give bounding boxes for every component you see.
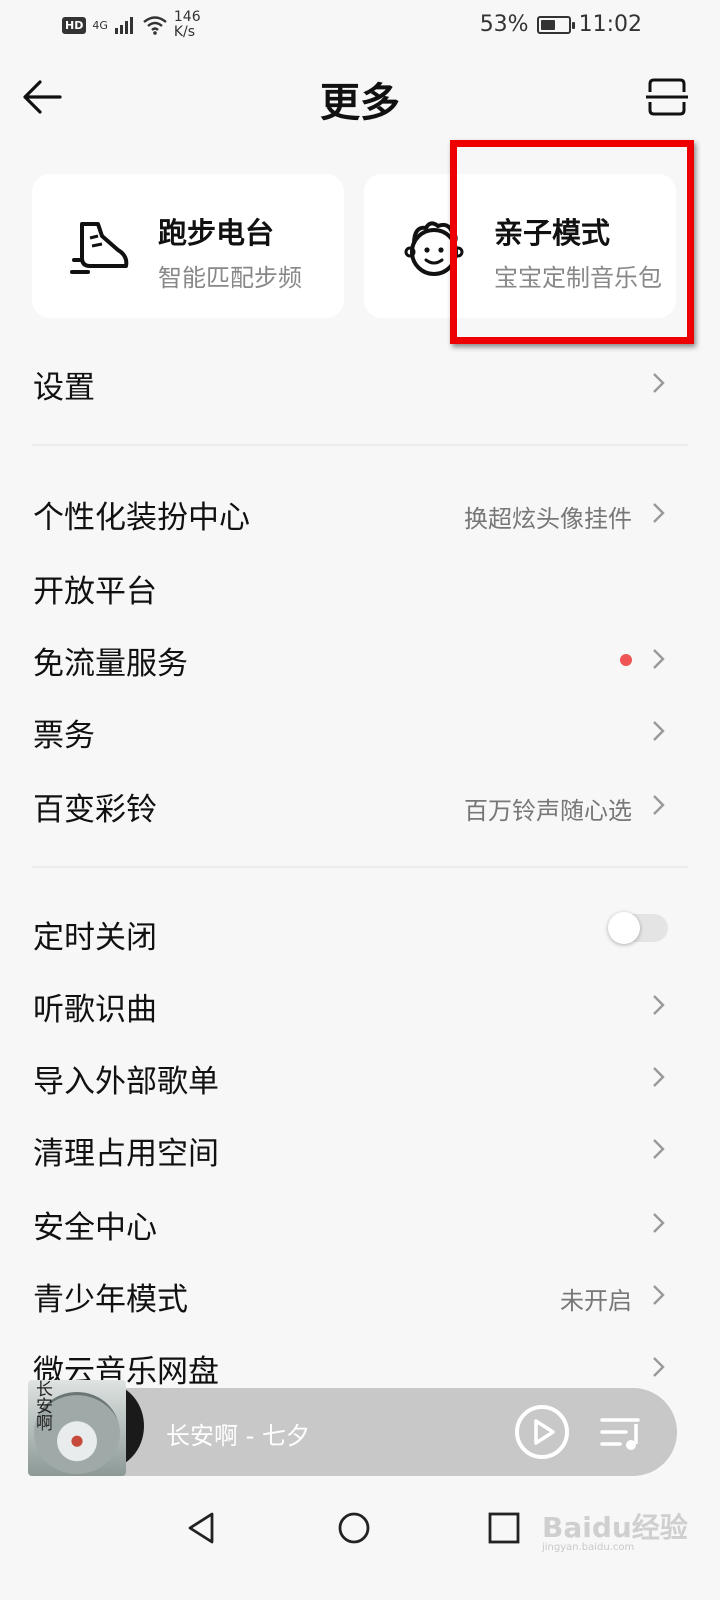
menu-item-label: 安全中心 bbox=[33, 1210, 157, 1246]
network-type: 4G bbox=[92, 18, 108, 32]
chevron-right-icon bbox=[653, 1067, 665, 1087]
album-cover-text: 长安啊 bbox=[36, 1380, 53, 1434]
header: 更多 bbox=[0, 52, 720, 140]
menu-item-label: 开放平台 bbox=[33, 574, 157, 610]
menu-item-hint: 百万铃声随心选 bbox=[464, 797, 632, 825]
menu-item-ringtone[interactable]: 百变彩铃 百万铃声随心选 bbox=[0, 770, 720, 840]
menu-item-label: 个性化装扮中心 bbox=[33, 500, 250, 536]
chevron-right-icon bbox=[653, 649, 665, 669]
album-art[interactable]: 长安啊 bbox=[28, 1380, 146, 1476]
speed-value: 146 bbox=[173, 9, 201, 25]
menu-item-security[interactable]: 安全中心 bbox=[0, 1188, 720, 1258]
chevron-right-icon bbox=[653, 995, 665, 1015]
menu-item-free-data[interactable]: 免流量服务 bbox=[0, 624, 720, 694]
watermark-brand: Baidu经验 bbox=[542, 1511, 688, 1544]
chevron-right-icon bbox=[653, 721, 665, 741]
watermark-url: jingyan.baidu.com bbox=[542, 1542, 635, 1553]
menu-item-label: 百变彩铃 bbox=[33, 792, 157, 828]
menu-item-personalize[interactable]: 个性化装扮中心 换超炫头像挂件 bbox=[0, 478, 720, 548]
hd-badge: HD bbox=[62, 16, 87, 34]
menu-item-tickets[interactable]: 票务 bbox=[0, 696, 720, 766]
menu-item-label: 青少年模式 bbox=[33, 1282, 188, 1318]
chevron-right-icon bbox=[653, 795, 665, 815]
page-title: 更多 bbox=[320, 80, 400, 126]
status-right: 53% 11:02 bbox=[480, 12, 642, 37]
menu-item-settings[interactable]: 设置 bbox=[0, 348, 720, 418]
nav-back-icon[interactable] bbox=[182, 1508, 222, 1548]
divider bbox=[32, 866, 688, 868]
wifi-icon bbox=[143, 16, 167, 35]
clock: 11:02 bbox=[578, 12, 642, 37]
chevron-right-icon bbox=[653, 1357, 665, 1377]
running-shoe-icon bbox=[70, 222, 129, 274]
status-bar: HD 4G 146 K/s 53% 11:02 bbox=[0, 0, 720, 52]
menu-item-sleep-timer[interactable]: 定时关闭 bbox=[0, 898, 720, 968]
menu-item-label: 清理占用空间 bbox=[33, 1136, 219, 1172]
menu-item-open-platform[interactable]: 开放平台 bbox=[0, 552, 720, 622]
now-playing-title[interactable]: 长安啊 - 七夕 bbox=[166, 1416, 310, 1451]
menu-item-label: 免流量服务 bbox=[33, 646, 188, 682]
chevron-right-icon bbox=[653, 1213, 665, 1233]
toggle-knob bbox=[608, 912, 640, 944]
baidu-watermark: Baidu经验 jingyan.baidu.com bbox=[540, 1504, 688, 1553]
battery-fill bbox=[540, 19, 555, 30]
sleep-timer-toggle[interactable] bbox=[608, 912, 668, 944]
card-title: 跑步电台 bbox=[158, 216, 275, 250]
scan-icon[interactable] bbox=[644, 74, 690, 120]
system-nav-bar: Baidu经验 jingyan.baidu.com bbox=[0, 1490, 720, 1600]
chevron-right-icon bbox=[653, 1139, 665, 1159]
divider bbox=[32, 444, 688, 446]
battery-percent: 53% bbox=[479, 12, 529, 37]
menu-item-import-playlist[interactable]: 导入外部歌单 bbox=[0, 1042, 720, 1112]
menu-item-song-recognition[interactable]: 听歌识曲 bbox=[0, 970, 720, 1040]
notification-dot bbox=[620, 654, 632, 666]
menu-item-hint: 换超炫头像挂件 bbox=[464, 505, 632, 533]
menu-item-label: 设置 bbox=[33, 370, 95, 406]
nav-home-icon[interactable] bbox=[334, 1508, 374, 1548]
highlight-annotation-box bbox=[450, 140, 694, 344]
album-cover: 长安啊 bbox=[28, 1380, 126, 1476]
status-left: HD 4G 146 K/s bbox=[62, 10, 201, 40]
menu-item-label: 导入外部歌单 bbox=[33, 1064, 219, 1100]
signal-icon bbox=[114, 17, 133, 34]
card-subtitle: 智能匹配步频 bbox=[158, 264, 302, 292]
play-icon[interactable] bbox=[514, 1404, 570, 1460]
playlist-icon[interactable] bbox=[598, 1410, 644, 1456]
battery-icon bbox=[536, 15, 575, 34]
running-radio-card[interactable]: 跑步电台 智能匹配步频 bbox=[32, 174, 344, 318]
menu-item-teen-mode[interactable]: 青少年模式 未开启 bbox=[0, 1260, 720, 1330]
chevron-right-icon bbox=[653, 503, 665, 523]
menu-item-clean-space[interactable]: 清理占用空间 bbox=[0, 1114, 720, 1184]
menu-item-label: 听歌识曲 bbox=[33, 992, 157, 1028]
menu-item-label: 票务 bbox=[33, 718, 95, 754]
menu-item-hint: 未开启 bbox=[560, 1287, 632, 1315]
nav-recent-apps-icon[interactable] bbox=[484, 1508, 524, 1548]
network-speed: 146 K/s bbox=[174, 10, 201, 40]
speed-unit: K/s bbox=[173, 24, 196, 40]
menu-item-label: 定时关闭 bbox=[33, 920, 157, 956]
chevron-right-icon bbox=[653, 1285, 665, 1305]
chevron-right-icon bbox=[653, 373, 665, 393]
